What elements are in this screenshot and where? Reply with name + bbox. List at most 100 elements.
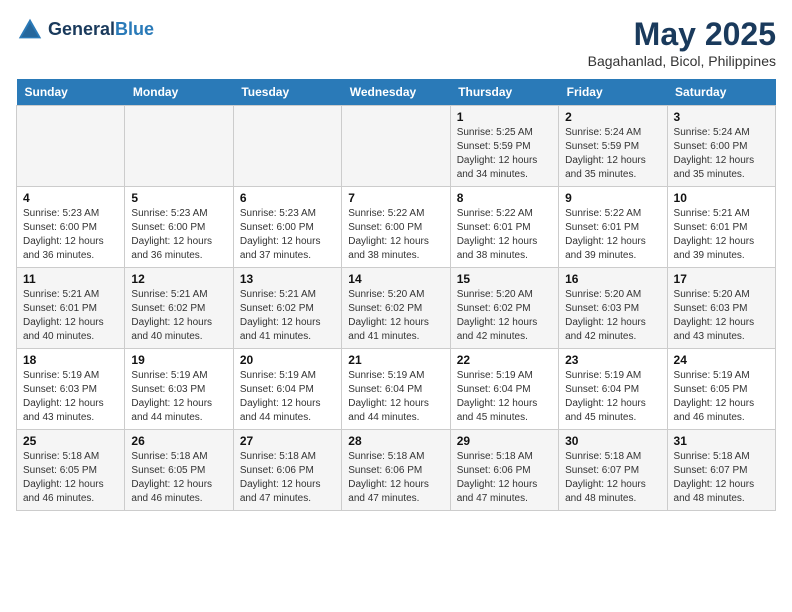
calendar-cell: 25 Sunrise: 5:18 AM Sunset: 6:05 PM Dayli… — [17, 430, 125, 511]
calendar-cell: 26Sunrise: 5:18 AM Sunset: 6:05 PM Dayli… — [125, 430, 233, 511]
day-number: 21 — [348, 353, 443, 367]
calendar-cell: 15 Sunrise: 5:20 AM Sunset: 6:02 PM Dayli… — [450, 268, 558, 349]
calendar-cell: 23 Sunrise: 5:19 AM Sunset: 6:04 PM Dayli… — [559, 349, 667, 430]
weekday-header-row: SundayMondayTuesdayWednesdayThursdayFrid… — [17, 79, 776, 106]
day-number: 11 — [23, 272, 118, 286]
calendar-cell: 4Sunrise: 5:23 AM Sunset: 6:00 PM Daylig… — [17, 187, 125, 268]
calendar-cell: 18Sunrise: 5:19 AM Sunset: 6:03 PM Dayli… — [17, 349, 125, 430]
calendar-week-row: 1 Sunrise: 5:25 AM Sunset: 5:59 PM Daylig… — [17, 106, 776, 187]
calendar-cell: 5Sunrise: 5:23 AM Sunset: 6:00 PM Daylig… — [125, 187, 233, 268]
calendar-cell: 1 Sunrise: 5:25 AM Sunset: 5:59 PM Daylig… — [450, 106, 558, 187]
day-info: Sunrise: 5:23 AM Sunset: 6:00 PM Dayligh… — [131, 207, 226, 263]
day-info: Sunrise: 5:19 AM Sunset: 6:04 PM Dayligh… — [240, 369, 335, 425]
page-header: GeneralBlue May 2025 Bagahanlad, Bicol, … — [16, 16, 776, 69]
day-number: 23 — [565, 353, 660, 367]
calendar-cell: 20 Sunrise: 5:19 AM Sunset: 6:04 PM Dayli… — [233, 349, 341, 430]
day-number: 18 — [23, 353, 118, 367]
day-info: Sunrise: 5:18 AM Sunset: 6:07 PM Dayligh… — [565, 450, 660, 506]
calendar-cell — [125, 106, 233, 187]
calendar-cell: 12Sunrise: 5:21 AM Sunset: 6:02 PM Dayli… — [125, 268, 233, 349]
day-number: 22 — [457, 353, 552, 367]
calendar-cell: 6 Sunrise: 5:23 AM Sunset: 6:00 PM Daylig… — [233, 187, 341, 268]
day-number: 27 — [240, 434, 335, 448]
subtitle: Bagahanlad, Bicol, Philippines — [588, 53, 776, 69]
day-info: Sunrise: 5:23 AM Sunset: 6:00 PM Dayligh… — [240, 207, 335, 263]
day-number: 2 — [565, 110, 660, 124]
calendar-cell: 3 Sunrise: 5:24 AM Sunset: 6:00 PM Daylig… — [667, 106, 775, 187]
calendar-cell: 31 Sunrise: 5:18 AM Sunset: 6:07 PM Dayli… — [667, 430, 775, 511]
logo: GeneralBlue — [16, 16, 154, 44]
calendar-cell: 28Sunrise: 5:18 AM Sunset: 6:06 PM Dayli… — [342, 430, 450, 511]
day-number: 20 — [240, 353, 335, 367]
calendar-week-row: 4 Sunrise: 5:23 AM Sunset: 6:00 PM Daylig… — [17, 187, 776, 268]
title-block: May 2025 Bagahanlad, Bicol, Philippines — [588, 16, 776, 69]
day-number: 24 — [674, 353, 769, 367]
day-number: 30 — [565, 434, 660, 448]
calendar-cell — [233, 106, 341, 187]
calendar-cell: 7 Sunrise: 5:22 AM Sunset: 6:00 PM Daylig… — [342, 187, 450, 268]
logo-icon — [16, 16, 44, 44]
calendar-cell: 29Sunrise: 5:18 AM Sunset: 6:06 PM Dayli… — [450, 430, 558, 511]
day-info: Sunrise: 5:22 AM Sunset: 6:00 PM Dayligh… — [348, 207, 443, 263]
day-info: Sunrise: 5:20 AM Sunset: 6:03 PM Dayligh… — [674, 288, 769, 344]
day-info: Sunrise: 5:19 AM Sunset: 6:03 PM Dayligh… — [131, 369, 226, 425]
day-info: Sunrise: 5:21 AM Sunset: 6:02 PM Dayligh… — [240, 288, 335, 344]
day-info: Sunrise: 5:19 AM Sunset: 6:04 PM Dayligh… — [565, 369, 660, 425]
calendar-week-row: 18 Sunrise: 5:19 AM Sunset: 6:03 PM Dayli… — [17, 349, 776, 430]
day-info: Sunrise: 5:20 AM Sunset: 6:02 PM Dayligh… — [348, 288, 443, 344]
weekday-header: Friday — [559, 79, 667, 106]
day-info: Sunrise: 5:18 AM Sunset: 6:06 PM Dayligh… — [240, 450, 335, 506]
calendar-cell: 11Sunrise: 5:21 AM Sunset: 6:01 PM Dayli… — [17, 268, 125, 349]
day-info: Sunrise: 5:20 AM Sunset: 6:03 PM Dayligh… — [565, 288, 660, 344]
day-number: 3 — [674, 110, 769, 124]
day-number: 14 — [348, 272, 443, 286]
day-info: Sunrise: 5:18 AM Sunset: 6:06 PM Dayligh… — [348, 450, 443, 506]
day-number: 10 — [674, 191, 769, 205]
day-number: 1 — [457, 110, 552, 124]
day-info: Sunrise: 5:22 AM Sunset: 6:01 PM Dayligh… — [457, 207, 552, 263]
day-number: 16 — [565, 272, 660, 286]
calendar-cell — [17, 106, 125, 187]
day-info: Sunrise: 5:21 AM Sunset: 6:01 PM Dayligh… — [674, 207, 769, 263]
day-info: Sunrise: 5:22 AM Sunset: 6:01 PM Dayligh… — [565, 207, 660, 263]
day-info: Sunrise: 5:18 AM Sunset: 6:05 PM Dayligh… — [131, 450, 226, 506]
calendar-cell: 14 Sunrise: 5:20 AM Sunset: 6:02 PM Dayli… — [342, 268, 450, 349]
day-number: 15 — [457, 272, 552, 286]
calendar-cell: 17 Sunrise: 5:20 AM Sunset: 6:03 PM Dayli… — [667, 268, 775, 349]
calendar-cell — [342, 106, 450, 187]
calendar-cell: 16 Sunrise: 5:20 AM Sunset: 6:03 PM Dayli… — [559, 268, 667, 349]
day-info: Sunrise: 5:18 AM Sunset: 6:07 PM Dayligh… — [674, 450, 769, 506]
day-info: Sunrise: 5:19 AM Sunset: 6:04 PM Dayligh… — [457, 369, 552, 425]
day-info: Sunrise: 5:20 AM Sunset: 6:02 PM Dayligh… — [457, 288, 552, 344]
calendar-cell: 9 Sunrise: 5:22 AM Sunset: 6:01 PM Daylig… — [559, 187, 667, 268]
calendar-week-row: 11Sunrise: 5:21 AM Sunset: 6:01 PM Dayli… — [17, 268, 776, 349]
calendar-table: SundayMondayTuesdayWednesdayThursdayFrid… — [16, 79, 776, 511]
day-info: Sunrise: 5:24 AM Sunset: 5:59 PM Dayligh… — [565, 126, 660, 182]
calendar-cell: 19 Sunrise: 5:19 AM Sunset: 6:03 PM Dayli… — [125, 349, 233, 430]
day-number: 8 — [457, 191, 552, 205]
weekday-header: Saturday — [667, 79, 775, 106]
day-number: 9 — [565, 191, 660, 205]
calendar-cell: 22 Sunrise: 5:19 AM Sunset: 6:04 PM Dayli… — [450, 349, 558, 430]
day-number: 19 — [131, 353, 226, 367]
logo-text: GeneralBlue — [48, 20, 154, 40]
calendar-cell: 10 Sunrise: 5:21 AM Sunset: 6:01 PM Dayli… — [667, 187, 775, 268]
weekday-header: Wednesday — [342, 79, 450, 106]
main-title: May 2025 — [588, 16, 776, 53]
day-info: Sunrise: 5:18 AM Sunset: 6:06 PM Dayligh… — [457, 450, 552, 506]
day-number: 31 — [674, 434, 769, 448]
day-info: Sunrise: 5:25 AM Sunset: 5:59 PM Dayligh… — [457, 126, 552, 182]
calendar-cell: 27 Sunrise: 5:18 AM Sunset: 6:06 PM Dayli… — [233, 430, 341, 511]
calendar-cell: 8 Sunrise: 5:22 AM Sunset: 6:01 PM Daylig… — [450, 187, 558, 268]
calendar-cell: 24Sunrise: 5:19 AM Sunset: 6:05 PM Dayli… — [667, 349, 775, 430]
day-number: 7 — [348, 191, 443, 205]
day-info: Sunrise: 5:18 AM Sunset: 6:05 PM Dayligh… — [23, 450, 118, 506]
day-number: 12 — [131, 272, 226, 286]
weekday-header: Monday — [125, 79, 233, 106]
day-number: 17 — [674, 272, 769, 286]
day-number: 25 — [23, 434, 118, 448]
day-number: 4 — [23, 191, 118, 205]
day-info: Sunrise: 5:24 AM Sunset: 6:00 PM Dayligh… — [674, 126, 769, 182]
day-number: 6 — [240, 191, 335, 205]
weekday-header: Thursday — [450, 79, 558, 106]
